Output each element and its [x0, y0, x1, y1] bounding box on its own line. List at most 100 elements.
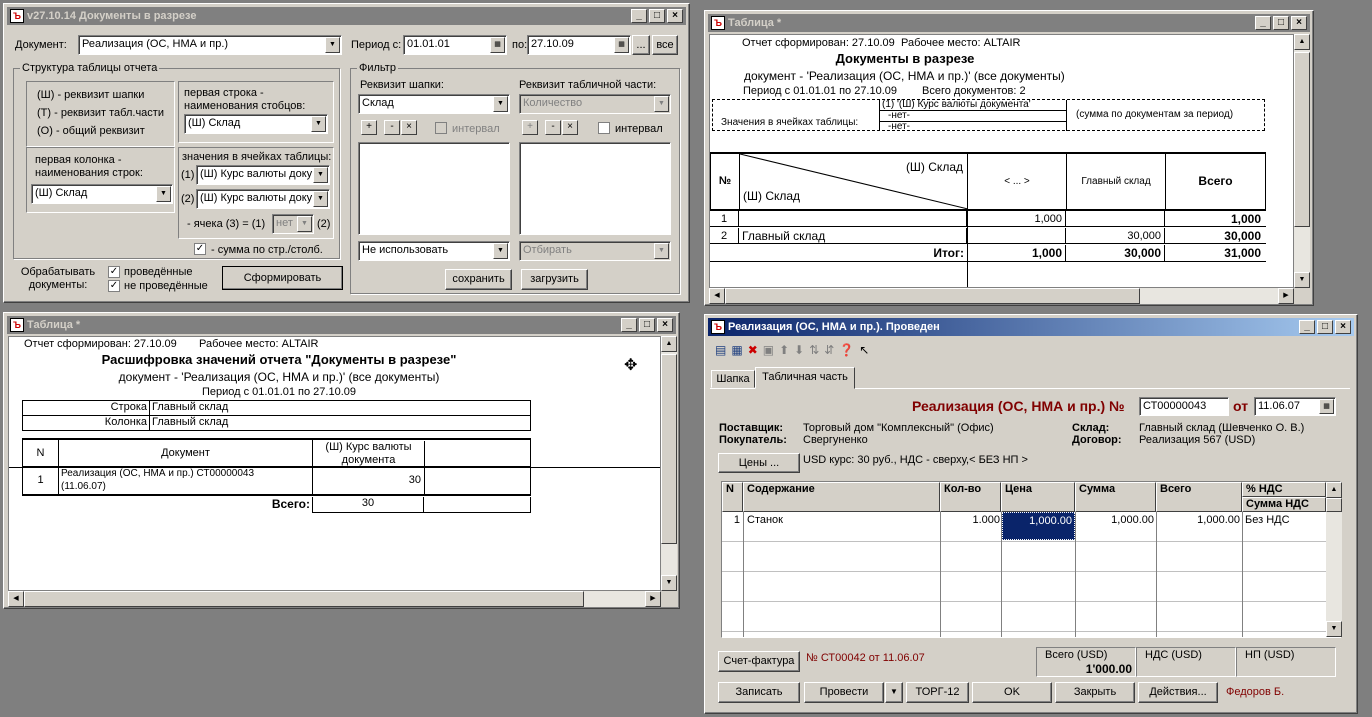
copy-row-icon[interactable]: ▣ [763, 343, 774, 357]
delete-row-icon[interactable]: ✖ [748, 343, 758, 357]
torg12-button[interactable]: ТОРГ-12 [906, 682, 969, 703]
sort-desc-icon[interactable]: ⇵ [824, 343, 834, 357]
close-icon[interactable]: × [667, 9, 683, 23]
scroll-up-icon[interactable]: ▲ [1294, 34, 1310, 50]
filter-head-list[interactable] [358, 142, 510, 235]
scroll-thumb[interactable] [661, 354, 677, 544]
horizontal-scrollbar[interactable]: ◀ ▶ [8, 591, 661, 607]
scroll-down-icon[interactable]: ▼ [1326, 621, 1342, 637]
load-button[interactable]: загрузить [521, 269, 588, 290]
scroll-right-icon[interactable]: ▶ [1278, 288, 1294, 304]
all-period-button[interactable]: все [652, 35, 678, 55]
chevron-down-icon[interactable]: ▼ [493, 96, 508, 112]
doc-date-field[interactable]: 11.06.07 ▦ [1254, 397, 1336, 416]
chevron-down-icon[interactable]: ▼ [654, 96, 669, 112]
chevron-down-icon[interactable]: ▼ [313, 191, 328, 207]
chevron-down-icon[interactable]: ▼ [654, 243, 669, 259]
horizontal-scrollbar[interactable]: ◀ ▶ [709, 288, 1294, 304]
sort-asc-icon[interactable]: ⇅ [809, 343, 819, 357]
save-button[interactable]: сохранить [445, 269, 512, 290]
calendar-icon[interactable]: ▦ [490, 37, 505, 53]
move-up-icon[interactable]: ⬆ [779, 343, 789, 357]
report-sheet[interactable]: Отчет сформирован: 27.10.09 Рабочее мест… [709, 34, 1294, 288]
tab-header[interactable]: Шапка [711, 370, 755, 388]
remove-icon[interactable]: - [545, 120, 561, 135]
period-from-field[interactable]: 01.01.01 ▦ [403, 35, 507, 55]
posted-checkbox[interactable]: ✓ [108, 266, 120, 278]
post-button[interactable]: Провести [804, 682, 884, 703]
tab-table-part[interactable]: Табличная часть [755, 367, 855, 389]
cell2-select[interactable]: (Ш) Курс валюты доку ▼ [196, 189, 330, 209]
chevron-down-icon[interactable]: ▼ [325, 37, 340, 53]
scroll-left-icon[interactable]: ◀ [709, 288, 725, 304]
report-table-titlebar[interactable]: Ъ Таблица * _ □ × [708, 14, 1310, 32]
filter-mode-select[interactable]: Не использовать ▼ [358, 241, 510, 261]
maximize-icon[interactable]: □ [649, 9, 665, 23]
period-select-button[interactable]: ... [632, 35, 650, 55]
close-icon[interactable]: × [1335, 320, 1351, 334]
invoice-ref[interactable]: № СТ00042 от 11.06.07 [806, 652, 925, 664]
items-grid[interactable]: N Содержание Кол-во Цена Сумма Всего % Н… [721, 481, 1342, 638]
grid-vertical-scrollbar[interactable]: ▲ ▼ [1326, 482, 1342, 637]
breakdown-sheet[interactable]: Отчет сформирован: 27.10.09 Рабочее мест… [8, 336, 661, 591]
chevron-down-icon[interactable]: ▼ [313, 167, 328, 183]
breakdown-titlebar[interactable]: Ъ Таблица * _ □ × [7, 316, 676, 334]
scroll-thumb[interactable] [725, 288, 1140, 304]
cell3-select[interactable]: нет ▼ [272, 214, 314, 234]
minimize-icon[interactable]: _ [1255, 16, 1271, 30]
add-icon[interactable]: + [361, 120, 377, 135]
filter-tab-select[interactable]: Количество ▼ [519, 94, 671, 114]
row-price[interactable]: 1,000.00 [1002, 512, 1075, 540]
pointer-icon[interactable]: ↖ [859, 343, 869, 357]
ok-button[interactable]: OK [972, 682, 1052, 703]
filter-tab-list[interactable] [519, 142, 671, 235]
filter-select-mode[interactable]: Отбирать ▼ [519, 241, 671, 261]
interval-checkbox[interactable] [435, 122, 447, 134]
chevron-down-icon[interactable]: ▼ [311, 116, 326, 132]
vertical-scrollbar[interactable]: ▲ ▼ [661, 336, 677, 591]
new-row-icon[interactable]: ▤ [715, 343, 726, 357]
scroll-down-icon[interactable]: ▼ [661, 575, 677, 591]
cell1-select[interactable]: (Ш) Курс валюты доку ▼ [196, 165, 330, 185]
maximize-icon[interactable]: □ [639, 318, 655, 332]
table-row[interactable]: 1 Станок 1.000 1,000.00 1,000.00 1,000.0… [722, 512, 1326, 541]
sale-document-titlebar[interactable]: Ъ Реализация (ОС, НМА и пр.). Проведен _ □… [708, 318, 1354, 336]
maximize-icon[interactable]: □ [1273, 16, 1289, 30]
scroll-up-icon[interactable]: ▲ [661, 336, 677, 352]
remove-icon[interactable]: - [384, 120, 400, 135]
interval2-checkbox[interactable] [598, 122, 610, 134]
unposted-checkbox[interactable]: ✓ [108, 280, 120, 292]
first-col-select[interactable]: (Ш) Склад ▼ [31, 184, 173, 204]
clear-icon[interactable]: × [401, 120, 417, 135]
clear-icon[interactable]: × [562, 120, 578, 135]
write-button[interactable]: Записать [718, 682, 800, 703]
chevron-down-icon[interactable]: ▼ [297, 216, 312, 232]
first-row-select[interactable]: (Ш) Склад ▼ [184, 114, 328, 134]
scroll-right-icon[interactable]: ▶ [645, 591, 661, 607]
close-icon[interactable]: × [657, 318, 673, 332]
maximize-icon[interactable]: □ [1317, 320, 1333, 334]
doc-number-field[interactable]: СТ00000043 [1139, 397, 1229, 416]
invoice-button[interactable]: Счет-фактура [718, 651, 800, 672]
prices-button[interactable]: Цены ... [718, 453, 800, 473]
vertical-scrollbar[interactable]: ▲ ▼ [1294, 34, 1310, 288]
minimize-icon[interactable]: _ [621, 318, 637, 332]
chevron-down-icon[interactable]: ▼ [493, 243, 508, 259]
scroll-left-icon[interactable]: ◀ [8, 591, 24, 607]
form-report-button[interactable]: Сформировать [222, 266, 343, 290]
chevron-down-icon[interactable]: ▼ [156, 186, 171, 202]
help-icon[interactable]: ❓ [839, 343, 854, 357]
scroll-thumb[interactable] [1294, 52, 1310, 227]
move-down-icon[interactable]: ⬇ [794, 343, 804, 357]
actions-button[interactable]: Действия... [1138, 682, 1218, 703]
add-row-icon[interactable]: ▦ [731, 343, 742, 357]
minimize-icon[interactable]: _ [631, 9, 647, 23]
close-icon[interactable]: × [1291, 16, 1307, 30]
document-select[interactable]: Реализация (ОС, НМА и пр.) ▼ [78, 35, 342, 55]
calendar-icon[interactable]: ▦ [1319, 399, 1334, 414]
scroll-down-icon[interactable]: ▼ [1294, 272, 1310, 288]
close-button[interactable]: Закрыть [1055, 682, 1135, 703]
scroll-thumb[interactable] [24, 591, 584, 607]
post-dropdown-icon[interactable]: ▼ [885, 682, 903, 703]
period-to-field[interactable]: 27.10.09 ▦ [527, 35, 631, 55]
